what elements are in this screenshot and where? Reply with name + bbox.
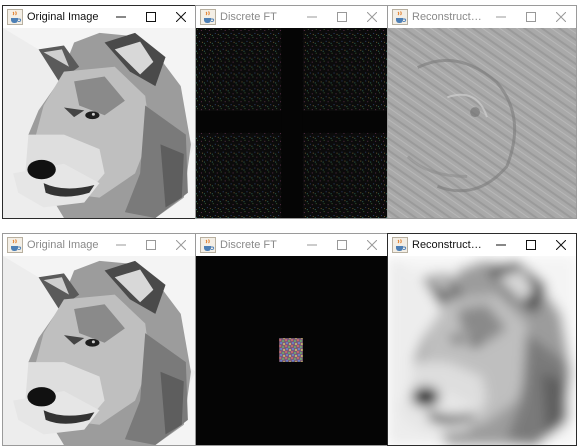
maximize-icon	[146, 12, 156, 22]
spectrum-canvas	[196, 256, 387, 445]
lowpass-reconstruction-image	[388, 256, 576, 445]
java-cup-icon	[7, 9, 23, 25]
maximize-button[interactable]	[516, 234, 546, 256]
maximize-icon	[337, 12, 347, 22]
close-icon	[556, 240, 566, 250]
title-bar[interactable]: Original Image	[3, 6, 196, 28]
close-icon	[556, 12, 566, 22]
minimize-button[interactable]	[297, 6, 327, 28]
java-cup-icon	[200, 9, 216, 25]
maximize-button[interactable]	[516, 6, 546, 28]
wolf-image	[3, 256, 196, 445]
dft-spectrum-image	[196, 28, 387, 218]
close-icon	[367, 240, 377, 250]
dft-spectrum-image	[196, 256, 387, 445]
maximize-icon	[337, 240, 347, 250]
image-canvas	[388, 28, 576, 218]
minimize-button[interactable]	[297, 234, 327, 256]
window-title: Discrete FT	[220, 11, 277, 23]
title-bar[interactable]: Reconstructed ...	[388, 6, 576, 28]
close-button[interactable]	[546, 6, 576, 28]
minimize-icon	[496, 244, 506, 246]
wolf-image	[3, 28, 196, 218]
title-bar[interactable]: Original Image	[3, 234, 196, 256]
original-image-window-top[interactable]: Original Image	[2, 5, 197, 219]
discrete-ft-window-bottom[interactable]: Discrete FT	[195, 233, 388, 446]
minimize-icon	[307, 244, 317, 246]
highpass-reconstruction-image	[388, 28, 576, 218]
java-cup-icon	[392, 237, 408, 253]
close-button[interactable]	[357, 6, 387, 28]
close-button[interactable]	[546, 234, 576, 256]
java-cup-icon	[200, 237, 216, 253]
maximize-button[interactable]	[136, 6, 166, 28]
title-bar[interactable]: Reconstructed ...	[388, 234, 576, 256]
close-button[interactable]	[166, 6, 196, 28]
java-cup-icon	[392, 9, 408, 25]
close-icon	[176, 240, 186, 250]
discrete-ft-window-top[interactable]: Discrete FT	[195, 5, 388, 219]
maximize-button[interactable]	[327, 6, 357, 28]
close-button[interactable]	[357, 234, 387, 256]
java-cup-icon	[7, 237, 23, 253]
close-icon	[176, 12, 186, 22]
close-button[interactable]	[166, 234, 196, 256]
maximize-button[interactable]	[136, 234, 166, 256]
window-title: Original Image	[27, 11, 99, 23]
close-icon	[367, 12, 377, 22]
maximize-icon	[526, 240, 536, 250]
maximize-icon	[526, 12, 536, 22]
window-title: Reconstructed ...	[412, 239, 486, 251]
spectrum-canvas	[196, 28, 387, 218]
image-canvas	[3, 28, 196, 218]
minimize-icon	[307, 16, 317, 18]
title-bar[interactable]: Discrete FT	[196, 234, 387, 256]
reconstructed-window-bottom[interactable]: Reconstructed ...	[387, 233, 577, 446]
maximize-icon	[146, 240, 156, 250]
reconstructed-window-top[interactable]: Reconstructed ...	[387, 5, 577, 219]
window-title: Reconstructed ...	[412, 11, 486, 23]
minimize-icon	[496, 16, 506, 18]
minimize-icon	[116, 244, 126, 246]
minimize-icon	[116, 16, 126, 18]
minimize-button[interactable]	[106, 6, 136, 28]
minimize-button[interactable]	[486, 234, 516, 256]
title-bar[interactable]: Discrete FT	[196, 6, 387, 28]
image-canvas	[3, 256, 196, 445]
maximize-button[interactable]	[327, 234, 357, 256]
minimize-button[interactable]	[486, 6, 516, 28]
minimize-button[interactable]	[106, 234, 136, 256]
window-title: Discrete FT	[220, 239, 277, 251]
window-title: Original Image	[27, 239, 99, 251]
image-canvas	[388, 256, 576, 445]
original-image-window-bottom[interactable]: Original Image	[2, 233, 197, 446]
